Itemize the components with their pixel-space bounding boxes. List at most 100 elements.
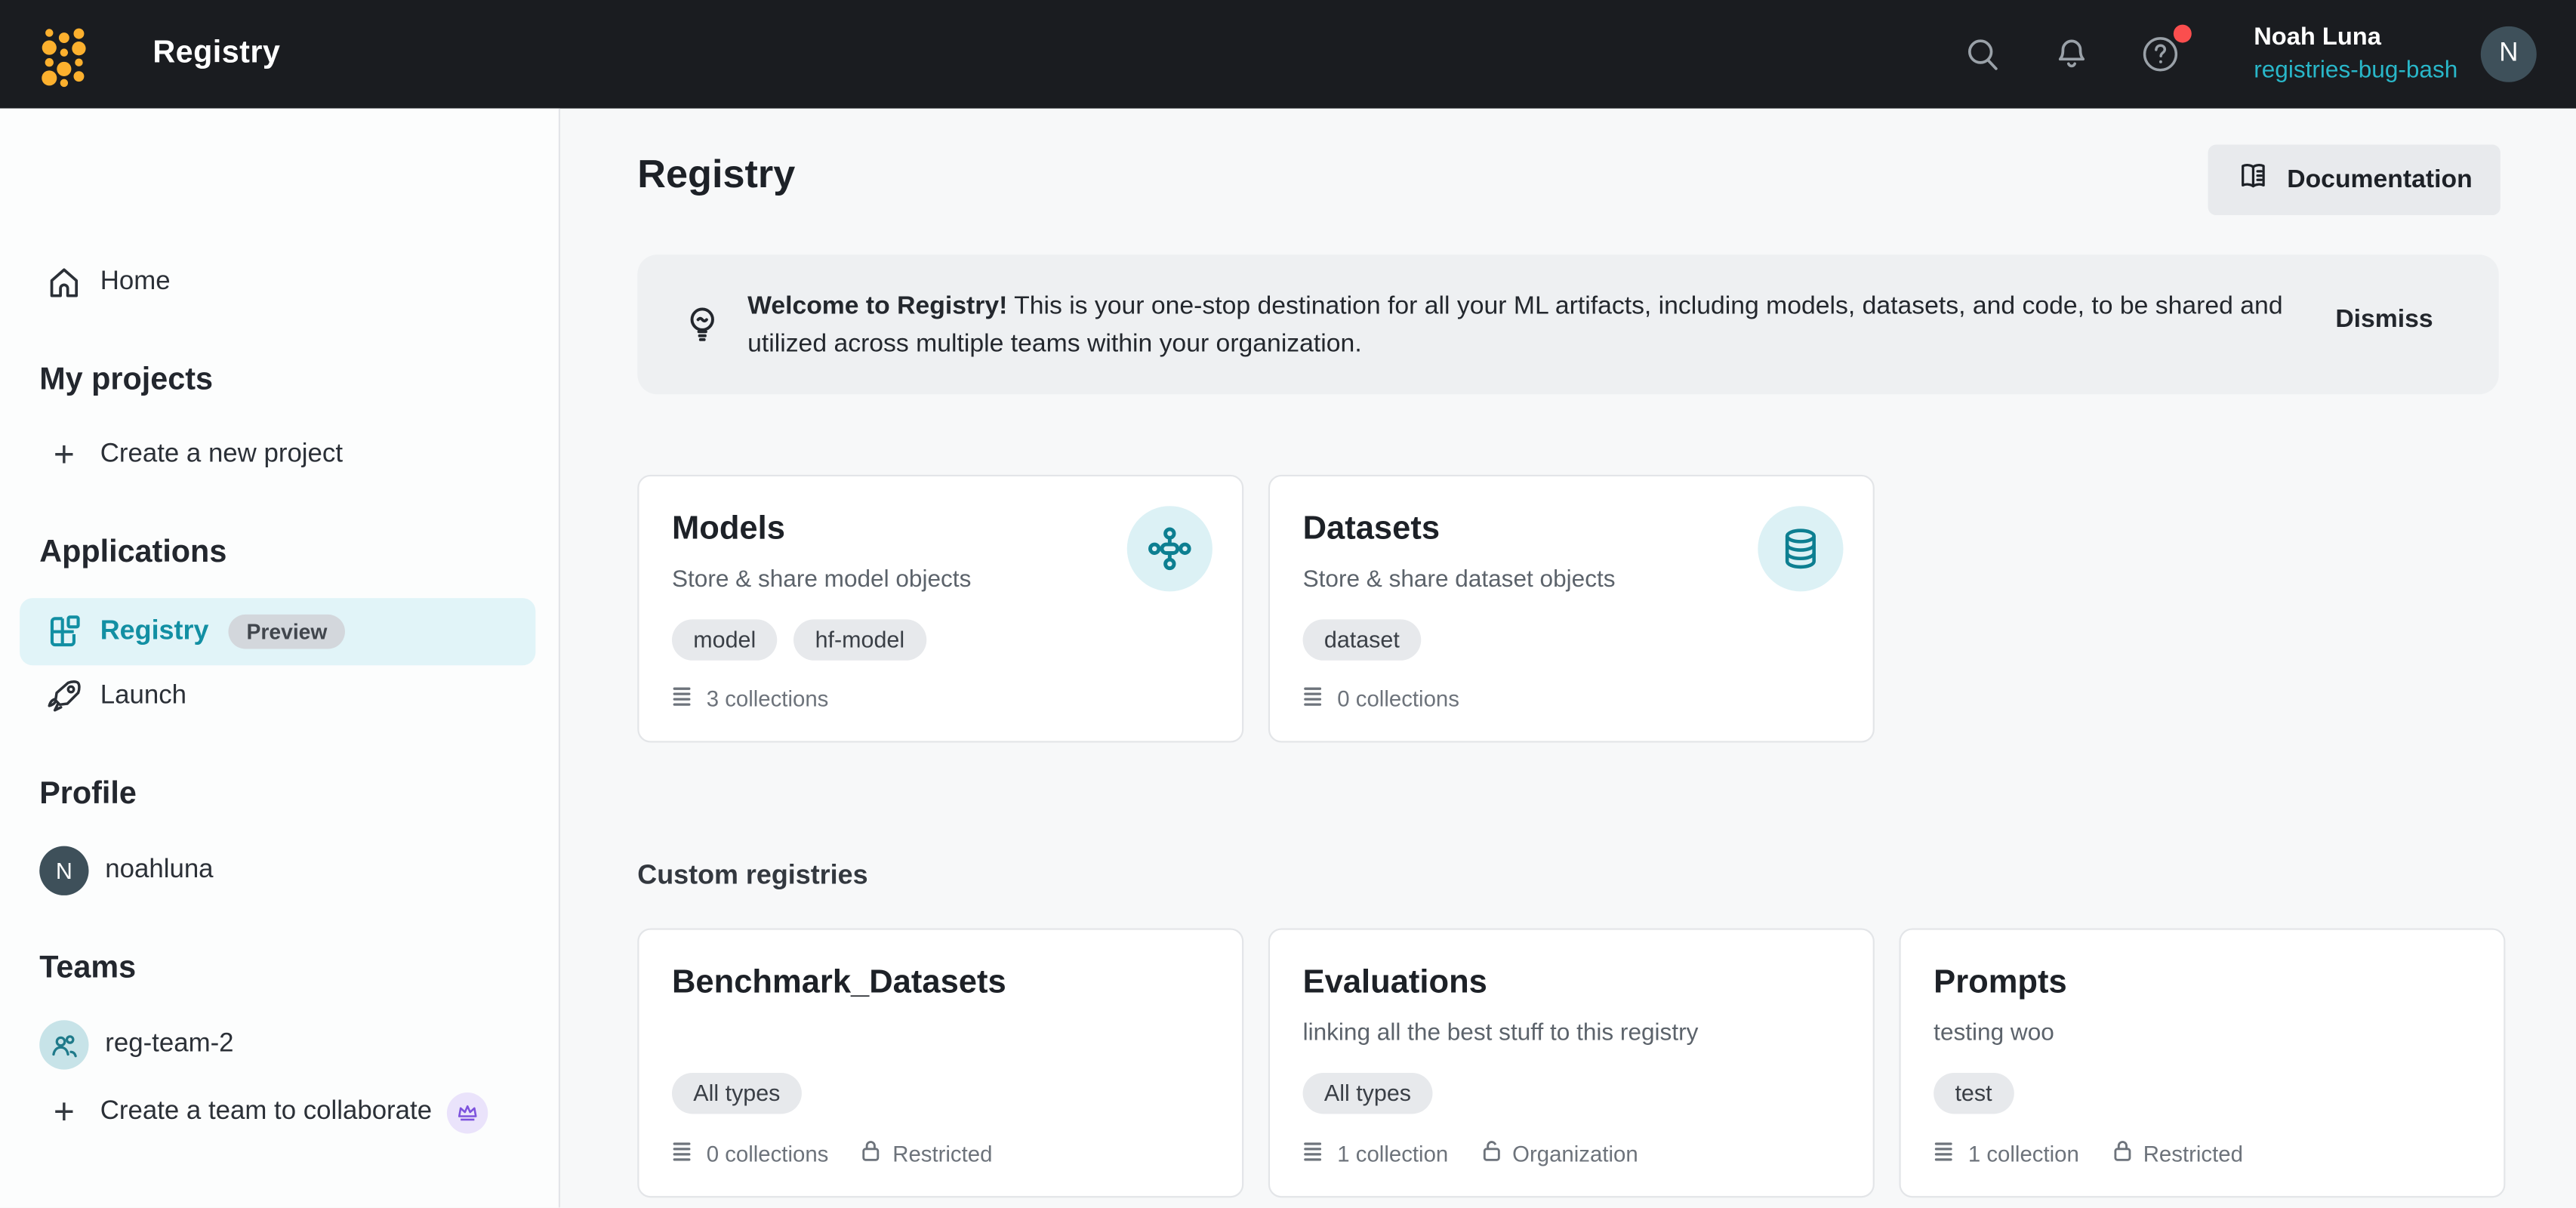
card-title: Prompts bbox=[1934, 961, 2389, 1004]
card-tags: dataset bbox=[1303, 619, 1873, 660]
tag-pill: hf-model bbox=[793, 619, 926, 660]
card-title: Benchmark_Datasets bbox=[672, 961, 1127, 1004]
card-footer: 1 collection Organization bbox=[1303, 1139, 1638, 1168]
card-subtitle bbox=[672, 1017, 1127, 1050]
team-avatar bbox=[39, 1020, 88, 1069]
dismiss-button[interactable]: Dismiss bbox=[2335, 306, 2433, 335]
card-footer: 3 collections bbox=[672, 685, 828, 713]
card-footer: 1 collection Restricted bbox=[1934, 1139, 2243, 1168]
create-team-label: Create a team to collaborate bbox=[100, 1098, 432, 1127]
card-tags: test bbox=[1934, 1073, 2504, 1114]
collections-count: 1 collection bbox=[1337, 1141, 1448, 1166]
card-title: Models bbox=[672, 507, 1127, 550]
crown-icon bbox=[447, 1092, 488, 1132]
collections-count: 3 collections bbox=[707, 687, 829, 712]
tag-pill: dataset bbox=[1303, 619, 1422, 660]
plus-icon: + bbox=[45, 1096, 84, 1129]
documentation-button[interactable]: Documentation bbox=[2208, 144, 2501, 215]
card-subtitle: Store & share dataset objects bbox=[1303, 563, 1758, 596]
visibility-label: Restricted bbox=[892, 1141, 992, 1166]
book-icon bbox=[2236, 159, 2271, 202]
collections-list-icon bbox=[1303, 1139, 1326, 1167]
model-icon bbox=[1127, 506, 1213, 591]
user-menu[interactable]: Noah Luna registries-bug-bash N bbox=[2254, 21, 2537, 87]
teams-heading: Teams bbox=[39, 951, 136, 988]
sidebar-item-label: Launch bbox=[100, 682, 186, 711]
rocket-icon bbox=[45, 677, 84, 716]
create-team-button[interactable]: + Create a team to collaborate bbox=[0, 1091, 560, 1134]
collections-list-icon bbox=[1303, 685, 1326, 713]
card-subtitle: linking all the best stuff to this regis… bbox=[1303, 1017, 1758, 1050]
card-title: Datasets bbox=[1303, 507, 1758, 550]
custom-registries-heading: Custom registries bbox=[637, 861, 867, 892]
visibility-label: Organization bbox=[1512, 1141, 1638, 1166]
home-icon bbox=[45, 263, 84, 302]
card-title: Evaluations bbox=[1303, 961, 1758, 1004]
sidebar-item-launch[interactable]: Launch bbox=[0, 673, 560, 720]
card-footer: 0 collections Restricted bbox=[672, 1139, 992, 1168]
sidebar: Home My projects + Create a new project … bbox=[0, 109, 560, 1208]
card-tags: All types bbox=[672, 1073, 1242, 1114]
tag-pill: All types bbox=[672, 1073, 802, 1114]
user-avatar[interactable]: N bbox=[2481, 26, 2537, 82]
nav-app-title: Registry bbox=[153, 0, 280, 109]
database-icon bbox=[1758, 506, 1843, 591]
user-name: Noah Luna bbox=[2254, 21, 2457, 52]
visibility-status: Organization bbox=[1480, 1139, 1638, 1168]
page-title: Registry bbox=[637, 153, 795, 199]
create-project-button[interactable]: + Create a new project bbox=[0, 433, 560, 476]
team-name: reg-team-2 bbox=[105, 1030, 233, 1059]
registry-card-prompts[interactable]: Prompts testing woo test 1 collection Restri… bbox=[1899, 928, 2505, 1197]
nav-right-group: Noah Luna registries-bug-bash N bbox=[1958, 0, 2537, 109]
bell-icon[interactable] bbox=[2047, 29, 2096, 79]
registry-label: Registry bbox=[100, 616, 209, 647]
sidebar-item-profile[interactable]: N noahluna bbox=[0, 846, 560, 895]
registry-card-models[interactable]: Models Store & share model objects modelhf… bbox=[637, 475, 1243, 743]
lock-closed-icon bbox=[860, 1139, 883, 1168]
registry-card-datasets[interactable]: Datasets Store & share dataset objects dat… bbox=[1268, 475, 1875, 743]
applications-heading: Applications bbox=[39, 535, 226, 572]
preview-badge: Preview bbox=[229, 615, 346, 649]
collections-count: 1 collection bbox=[1968, 1141, 2079, 1166]
registry-card-benchmark-datasets[interactable]: Benchmark_Datasets All types 0 collections… bbox=[637, 928, 1243, 1197]
visibility-label: Restricted bbox=[2143, 1141, 2243, 1166]
lock-closed-icon bbox=[2110, 1139, 2133, 1168]
collections-list-icon bbox=[672, 1139, 695, 1167]
sidebar-item-registry[interactable]: Registry Preview bbox=[20, 598, 535, 665]
core-registries-row: Models Store & share model objects modelhf… bbox=[637, 475, 1875, 743]
top-nav: Registry bbox=[0, 0, 2576, 109]
card-footer: 0 collections bbox=[1303, 685, 1459, 713]
tag-pill: model bbox=[672, 619, 778, 660]
card-subtitle: testing woo bbox=[1934, 1017, 2389, 1050]
lock-open-icon bbox=[1480, 1139, 1502, 1168]
search-icon[interactable] bbox=[1958, 29, 2007, 79]
lightbulb-icon bbox=[680, 302, 725, 355]
visibility-status: Restricted bbox=[860, 1139, 993, 1168]
create-project-label: Create a new project bbox=[100, 440, 343, 470]
card-tags: model hf-model bbox=[672, 619, 1242, 660]
user-org[interactable]: registries-bug-bash bbox=[2254, 56, 2457, 87]
my-projects-heading: My projects bbox=[39, 363, 213, 399]
card-subtitle: Store & share model objects bbox=[672, 563, 1127, 596]
notification-dot bbox=[2174, 25, 2192, 43]
wandb-logo-icon[interactable] bbox=[39, 23, 88, 97]
tag-pill: All types bbox=[1303, 1073, 1433, 1114]
visibility-status: Restricted bbox=[2110, 1139, 2243, 1168]
registry-icon bbox=[45, 613, 84, 651]
collections-count: 0 collections bbox=[1337, 687, 1459, 712]
tag-pill: test bbox=[1934, 1073, 2014, 1114]
profile-avatar: N bbox=[39, 846, 88, 895]
custom-registries-row: Benchmark_Datasets All types 0 collections… bbox=[637, 928, 2505, 1197]
plus-icon: + bbox=[45, 439, 84, 472]
profile-heading: Profile bbox=[39, 777, 137, 813]
sidebar-item-label: Home bbox=[100, 268, 171, 297]
sidebar-item-home[interactable]: Home bbox=[0, 260, 560, 306]
collections-count: 0 collections bbox=[707, 1141, 829, 1166]
help-icon[interactable] bbox=[2136, 29, 2185, 79]
registry-card-evaluations[interactable]: Evaluations linking all the best stuff to… bbox=[1268, 928, 1875, 1197]
card-tags: All types bbox=[1303, 1073, 1873, 1114]
collections-list-icon bbox=[1934, 1139, 1956, 1167]
welcome-banner-text: Welcome to Registry! This is your one-st… bbox=[747, 288, 2308, 363]
app-root: Registry bbox=[0, 0, 2576, 1208]
sidebar-item-team[interactable]: reg-team-2 bbox=[0, 1020, 560, 1069]
